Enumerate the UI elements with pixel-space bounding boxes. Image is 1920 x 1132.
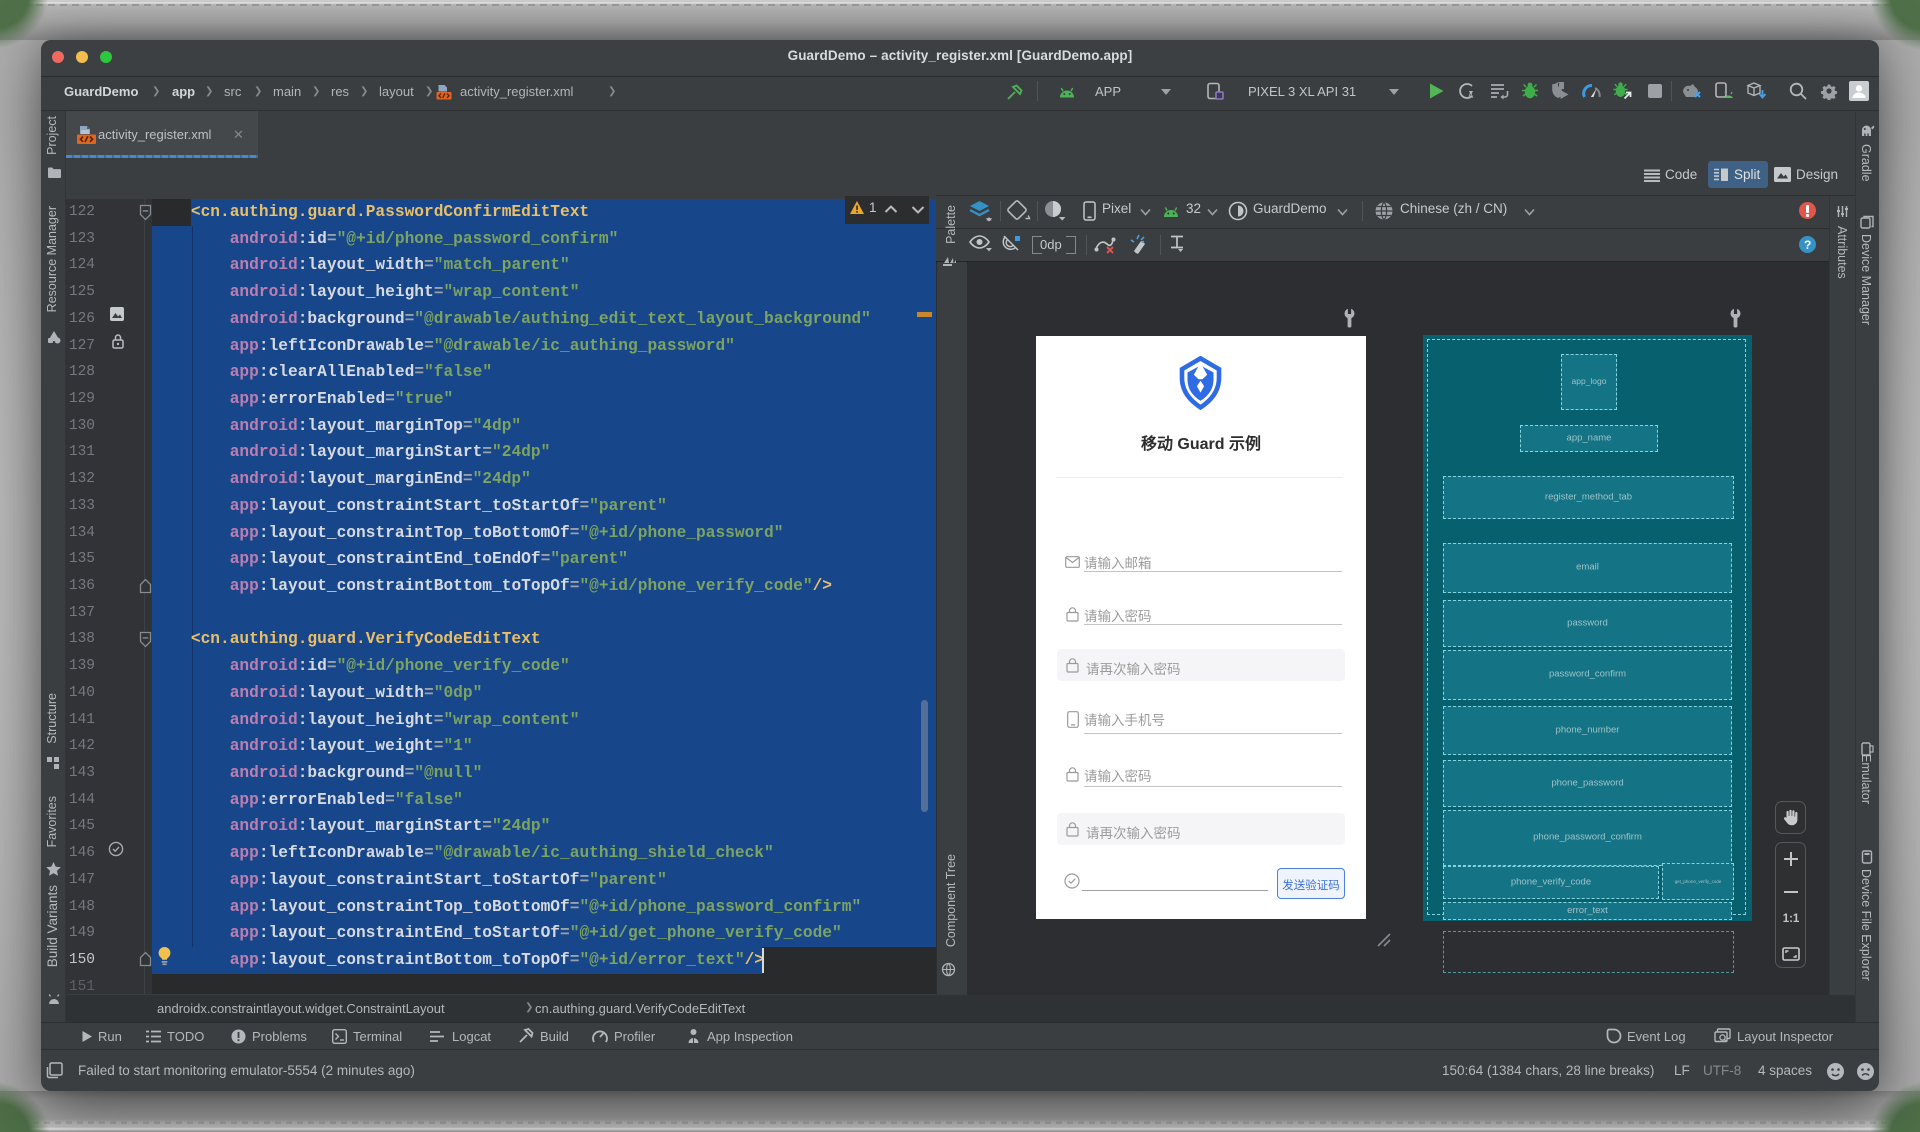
svg-text:A: A: [1468, 91, 1474, 100]
